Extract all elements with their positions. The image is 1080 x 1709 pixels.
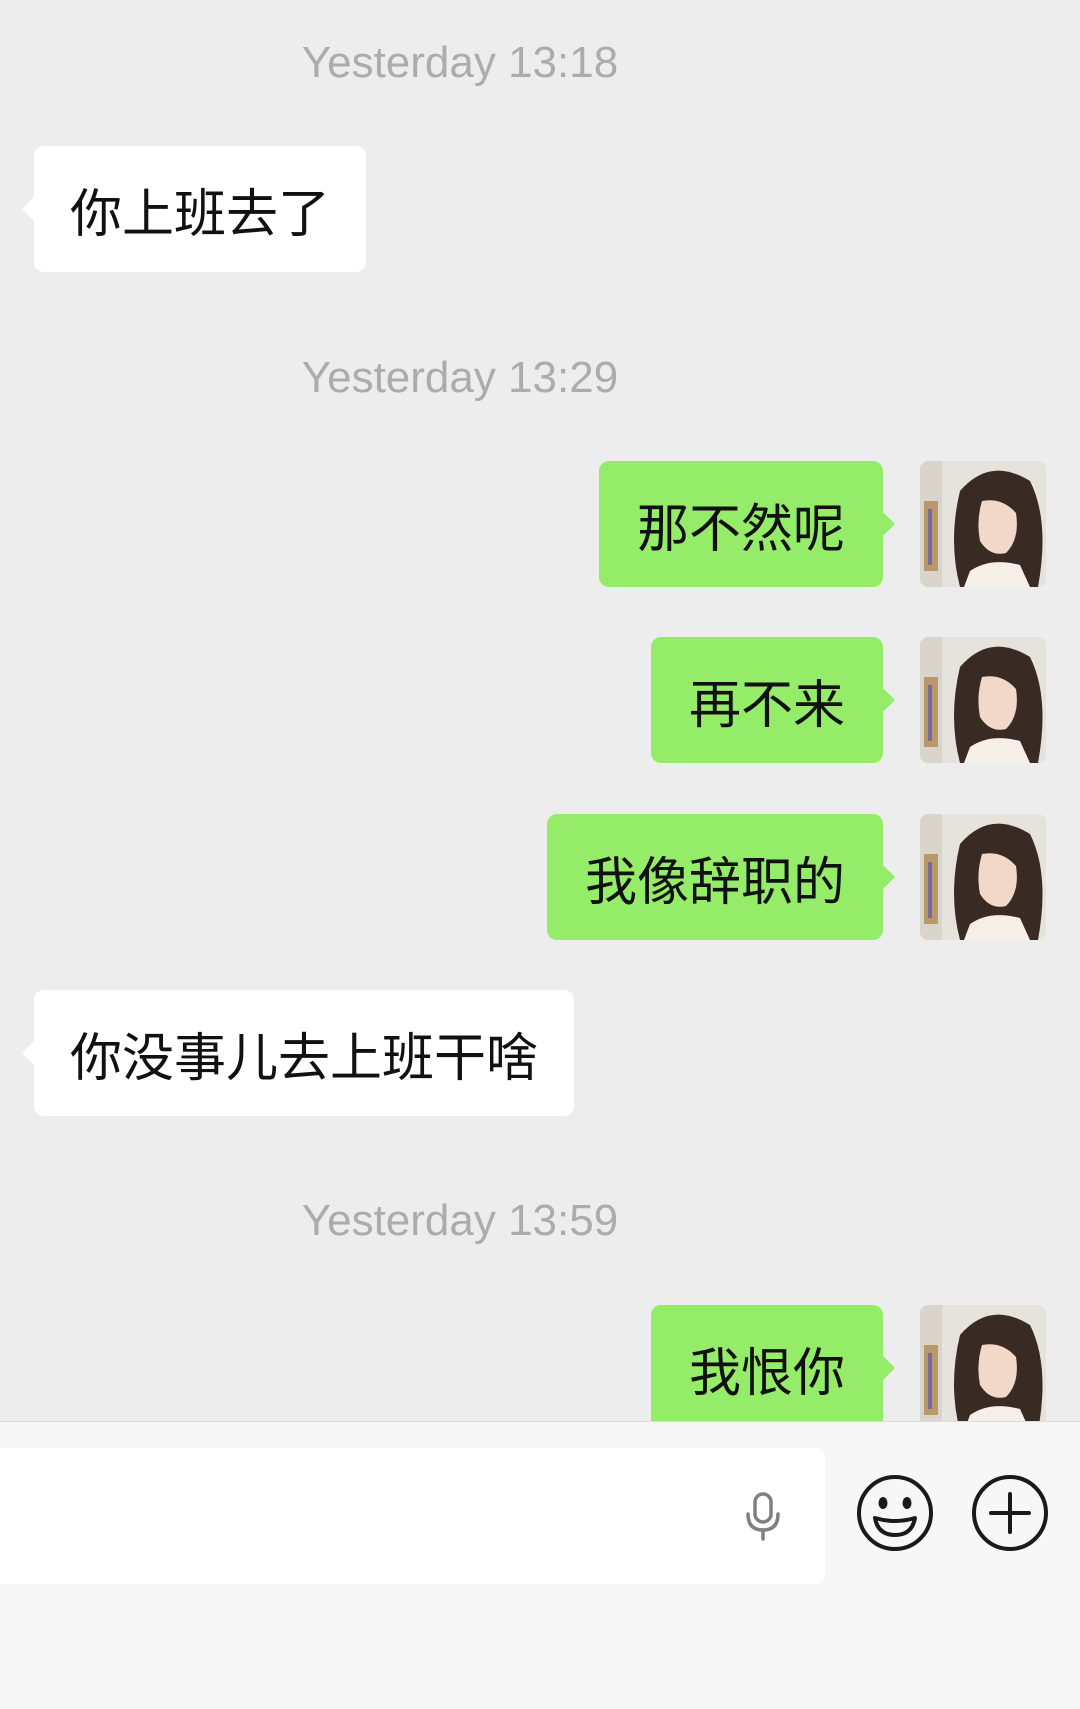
microphone-icon[interactable] [735, 1488, 791, 1544]
avatar-image [920, 637, 1046, 763]
received-message-bubble[interactable]: 你上班去了 [21, 146, 367, 272]
user-avatar[interactable] [920, 1305, 1046, 1421]
timestamp: Yesterday 13:59 [301, 1196, 619, 1245]
sent-message-bubble[interactable]: 那不然呢 [598, 461, 896, 587]
user-avatar[interactable] [920, 461, 1046, 587]
avatar-image [920, 461, 1046, 587]
sent-message-bubble[interactable]: 再不来 [650, 637, 896, 763]
sent-message-bubble[interactable]: 我恨你 [650, 1305, 896, 1421]
chat-area[interactable]: Yesterday 13:18 你上班去了 Yesterday 13:29 那不… [0, 0, 1080, 1421]
plus-icon[interactable] [969, 1472, 1051, 1554]
avatar-image [920, 814, 1046, 940]
timestamp: Yesterday 13:18 [301, 38, 619, 87]
received-message-bubble[interactable]: 你没事儿去上班干啥 [21, 990, 575, 1116]
avatar-image [920, 1305, 1046, 1421]
sent-message-bubble[interactable]: 我像辞职的 [546, 814, 896, 940]
input-bar [0, 1421, 1080, 1709]
user-avatar[interactable] [920, 814, 1046, 940]
emoji-icon[interactable] [854, 1472, 936, 1554]
user-avatar[interactable] [920, 637, 1046, 763]
message-input[interactable] [0, 1448, 825, 1584]
timestamp: Yesterday 13:29 [301, 353, 619, 402]
